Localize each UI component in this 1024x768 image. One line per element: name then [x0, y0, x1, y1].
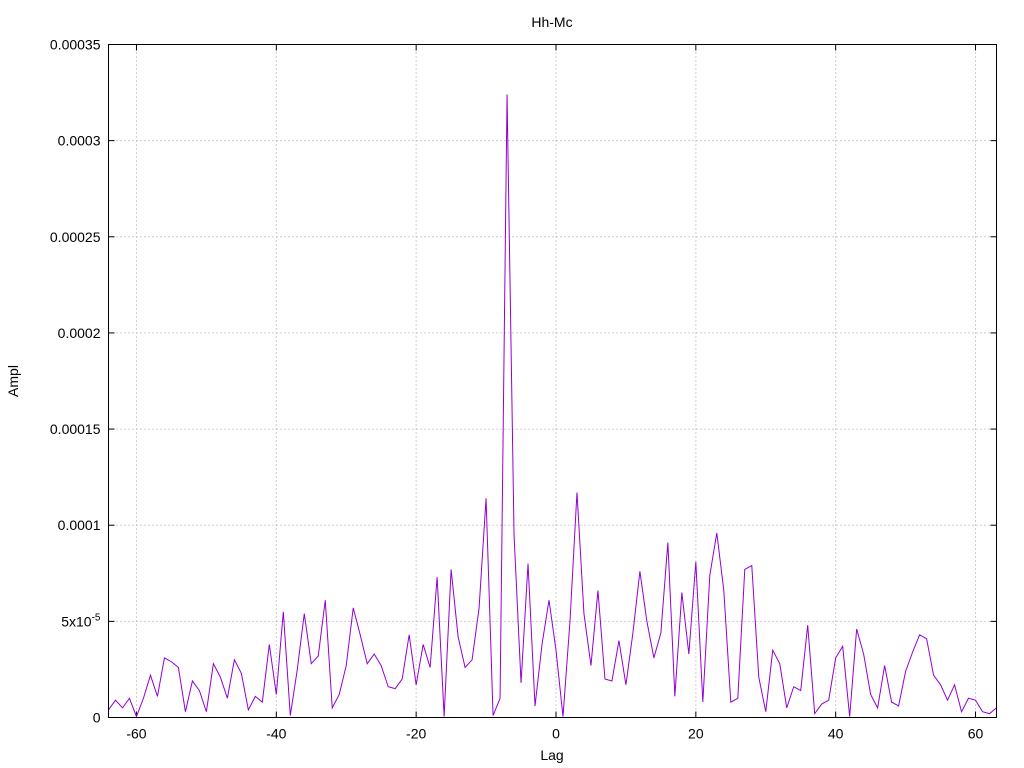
y-tick-label: 0.00025	[50, 229, 101, 245]
y-tick-label: 0.0001	[58, 517, 101, 533]
x-tick-label: 60	[968, 726, 984, 742]
grid	[108, 44, 997, 718]
x-tick-label: 20	[688, 726, 704, 742]
y-tick-label: 0.0002	[58, 325, 101, 341]
tick-labels: -60 -40 -20 0 20 40 60 0 5x10-5 0.0001 0.00015 0.00…	[50, 37, 984, 742]
y-tick-label: 0.00035	[50, 37, 101, 53]
y-tick-label: 0	[93, 710, 101, 726]
y-tick-label: 0.00015	[50, 421, 101, 437]
axis-ticks	[108, 44, 997, 718]
x-tick-label: -40	[266, 726, 286, 742]
x-axis-title: Lag	[540, 747, 563, 763]
x-tick-label: 0	[552, 726, 560, 742]
x-tick-label: -20	[406, 726, 426, 742]
y-axis-title: Ampl	[5, 365, 21, 397]
y-tick-label: 5x10-5	[61, 612, 101, 629]
y-tick-label: 0.0003	[58, 133, 101, 149]
chart: -60 -40 -20 0 20 40 60 0 5x10-5 0.0001 0.00015 0.00…	[5, 14, 997, 763]
x-tick-label: -60	[126, 726, 146, 742]
series-layer	[108, 94, 997, 718]
chart-title: Hh-Mc	[531, 14, 572, 30]
series-line	[108, 94, 997, 718]
plot-frame	[108, 44, 997, 718]
x-tick-label: 40	[828, 726, 844, 742]
y-tick-exponent: -5	[92, 612, 101, 623]
